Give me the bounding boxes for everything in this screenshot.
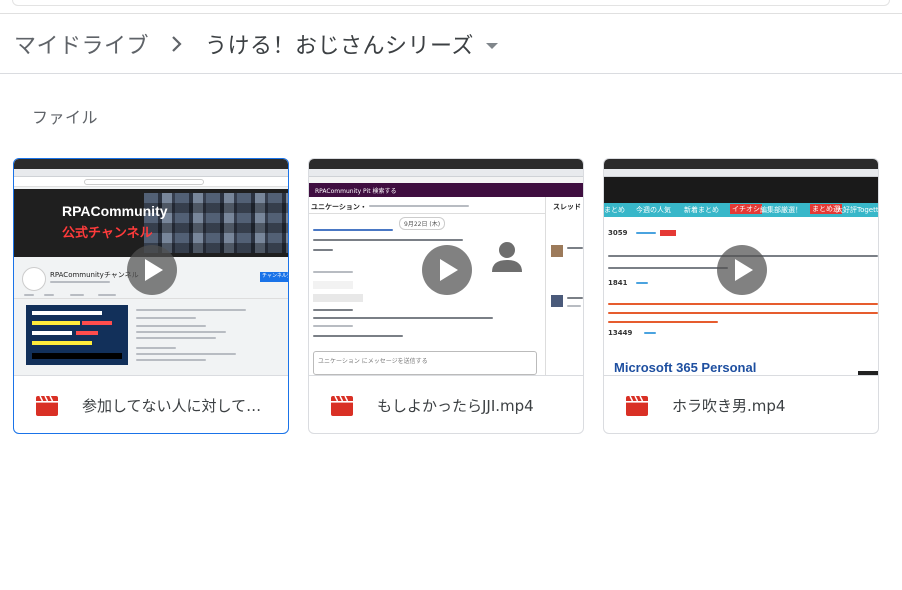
featured-video-thumb: [26, 305, 128, 365]
nav-item: 今週の人気: [636, 206, 671, 214]
top-strip: [0, 0, 902, 14]
workspace-bar: RPACommunity Pit 検索する: [309, 183, 583, 197]
video-thumbnail: RPACommunity Pit 検索する ユニケーション・ スレッド 9月22…: [309, 159, 583, 375]
file-card[interactable]: まとめ 今週の人気 新着まとめ イチオシ 編集部厳選！ まとめ選 大好評Toge…: [603, 158, 879, 434]
channel-title: ユニケーション・: [311, 203, 367, 211]
folder-menu-dropdown-icon[interactable]: [485, 42, 498, 49]
nav-item: イチオシ: [730, 204, 762, 214]
subscribe-button: チャンネル登録: [260, 272, 288, 282]
count-2: 1841: [608, 279, 628, 287]
file-card[interactable]: RPACommunity 公式チャンネル RPACommunityチャンネル チ…: [13, 158, 289, 434]
person-icon: [490, 241, 524, 273]
message-composer: ユニケーション にメッセージを送信する: [313, 351, 537, 375]
play-icon[interactable]: [422, 245, 472, 295]
file-card-footer: ホラ吹き男.mp4: [604, 375, 878, 433]
nav-item: 大好評Togetter Clip: [836, 206, 878, 214]
nav-item: まとめ: [604, 206, 625, 214]
workspace-title: RPACommunity Pit 検索する: [315, 188, 397, 195]
play-icon[interactable]: [717, 245, 767, 295]
breadcrumb: マイドライブ うける！おじさんシリーズ: [0, 14, 902, 74]
banner-title-line2: 公式チャンネル: [62, 226, 153, 241]
count-1: 3059: [608, 229, 628, 237]
file-card[interactable]: RPACommunity Pit 検索する ユニケーション・ スレッド 9月22…: [308, 158, 584, 434]
banner-title-line1: RPACommunity: [62, 203, 168, 219]
nav-item: 新着まとめ: [684, 206, 719, 214]
date-chip: 9月22日 (木): [399, 217, 446, 230]
video-file-icon: [331, 395, 353, 416]
breadcrumb-current-folder[interactable]: うける！おじさんシリーズ: [205, 28, 474, 60]
composer-placeholder: ユニケーション にメッセージを送信する: [318, 358, 428, 365]
play-icon[interactable]: [127, 245, 177, 295]
file-name: もしよかったらJJI.mp4: [377, 397, 534, 415]
video-file-icon: [36, 395, 58, 416]
file-card-footer: もしよかったらJJI.mp4: [309, 375, 583, 433]
breadcrumb-root-my-drive[interactable]: マイドライブ: [14, 28, 149, 60]
video-thumbnail: RPACommunity 公式チャンネル RPACommunityチャンネル チ…: [14, 159, 288, 375]
video-thumbnail: まとめ 今週の人気 新着まとめ イチオシ 編集部厳選！ まとめ選 大好評Toge…: [604, 159, 878, 375]
site-nav-bar: まとめ 今週の人気 新着まとめ イチオシ 編集部厳選！ まとめ選 大好評Toge…: [604, 203, 878, 217]
headline: Microsoft 365 Personal: [614, 360, 757, 375]
file-card-footer: 参加してない人に対して…: [14, 375, 288, 433]
count-3: 13449: [608, 329, 633, 337]
channel-name: RPACommunityチャンネル: [50, 271, 139, 279]
file-name: 参加してない人に対して…: [82, 397, 262, 415]
file-name: ホラ吹き男.mp4: [672, 397, 786, 415]
thread-label: スレッド: [553, 203, 581, 211]
video-file-icon: [626, 395, 648, 416]
chevron-right-icon: [157, 24, 197, 64]
files-section-label: ファイル: [32, 108, 99, 127]
nav-item: 編集部厳選！: [760, 206, 802, 214]
